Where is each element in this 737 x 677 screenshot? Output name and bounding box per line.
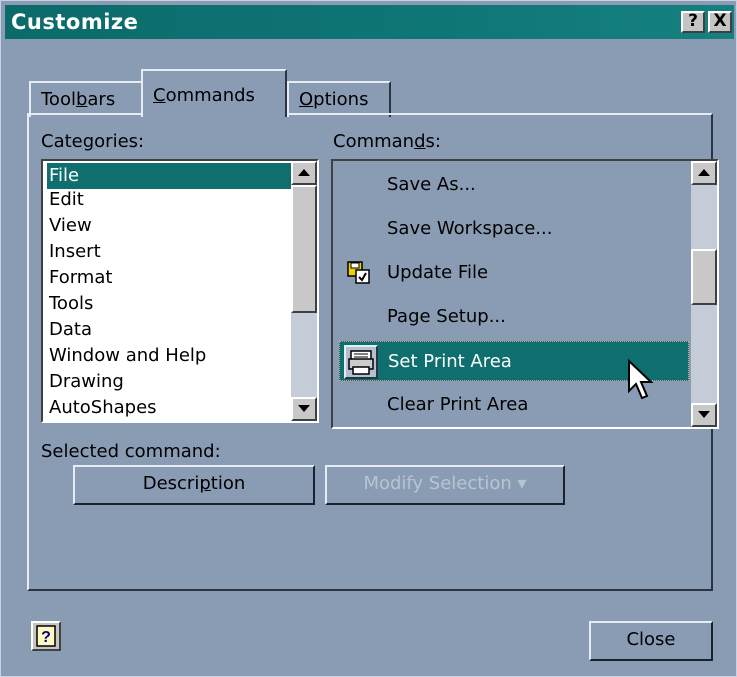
categories-list[interactable]: File Edit View Insert Format Tools Data …: [41, 159, 319, 423]
category-item-edit[interactable]: Edit: [47, 187, 295, 213]
commands-label: Commands:: [333, 131, 441, 152]
window-title: Customize: [11, 10, 139, 34]
down-arrow-icon: [698, 411, 710, 418]
commands-scrollbar[interactable]: [691, 161, 717, 427]
category-item-window-and-help[interactable]: Window and Help: [47, 343, 295, 369]
tab-options[interactable]: Options: [287, 81, 391, 117]
category-item-format[interactable]: Format: [47, 265, 295, 291]
scroll-up-button[interactable]: [291, 161, 317, 185]
category-item-view[interactable]: View: [47, 213, 295, 239]
title-bar[interactable]: Customize ? X: [5, 5, 734, 39]
selected-command-label: Selected command:: [41, 441, 221, 462]
up-arrow-icon: [698, 169, 710, 176]
command-item-page-setup[interactable]: Page Setup...: [339, 297, 689, 337]
categories-label: Categories:: [41, 131, 145, 152]
close-button[interactable]: Close: [589, 621, 713, 661]
close-icon: X: [713, 11, 727, 31]
tab-commands[interactable]: Commands: [141, 69, 287, 117]
command-item-save-as[interactable]: Save As...: [339, 165, 689, 205]
category-item-autoshapes[interactable]: AutoShapes: [47, 395, 295, 421]
help-icon: ?: [688, 11, 698, 31]
category-item-insert[interactable]: Insert: [47, 239, 295, 265]
category-item-file[interactable]: File: [47, 163, 295, 189]
up-arrow-icon: [298, 169, 310, 176]
close-window-button[interactable]: X: [708, 11, 732, 33]
tab-toolbars[interactable]: Toolbars: [29, 81, 143, 117]
customize-dialog: Customize ? X Toolbars Commands Options …: [0, 0, 737, 677]
chevron-down-icon: ▾: [517, 473, 527, 494]
category-item-tools[interactable]: Tools: [47, 291, 295, 317]
categories-scrollbar[interactable]: [291, 161, 317, 421]
svg-text:?: ?: [41, 629, 51, 646]
down-arrow-icon: [298, 405, 310, 412]
category-item-drawing[interactable]: Drawing: [47, 369, 295, 395]
update-file-icon: [347, 261, 370, 284]
help-topics-button[interactable]: ?: [31, 621, 61, 651]
scroll-thumb[interactable]: [291, 185, 317, 313]
help-button[interactable]: ?: [681, 11, 705, 33]
category-item-data[interactable]: Data: [47, 317, 295, 343]
help-icon: ?: [36, 625, 56, 647]
tab-strip: Toolbars Commands Options: [1, 69, 737, 117]
description-button[interactable]: Description: [73, 465, 315, 505]
command-item-update-file[interactable]: Update File: [339, 253, 689, 293]
commands-list[interactable]: Save As... Save Workspace... Update File…: [331, 159, 719, 429]
modify-selection-button[interactable]: Modify Selection ▾: [325, 465, 565, 505]
scroll-down-button[interactable]: [291, 397, 317, 421]
mouse-cursor-icon: [628, 359, 654, 400]
scroll-down-button[interactable]: [691, 403, 717, 427]
scroll-up-button[interactable]: [691, 161, 717, 185]
scroll-thumb[interactable]: [691, 249, 717, 305]
set-print-area-icon: [344, 345, 378, 379]
command-item-save-workspace[interactable]: Save Workspace...: [339, 209, 689, 249]
